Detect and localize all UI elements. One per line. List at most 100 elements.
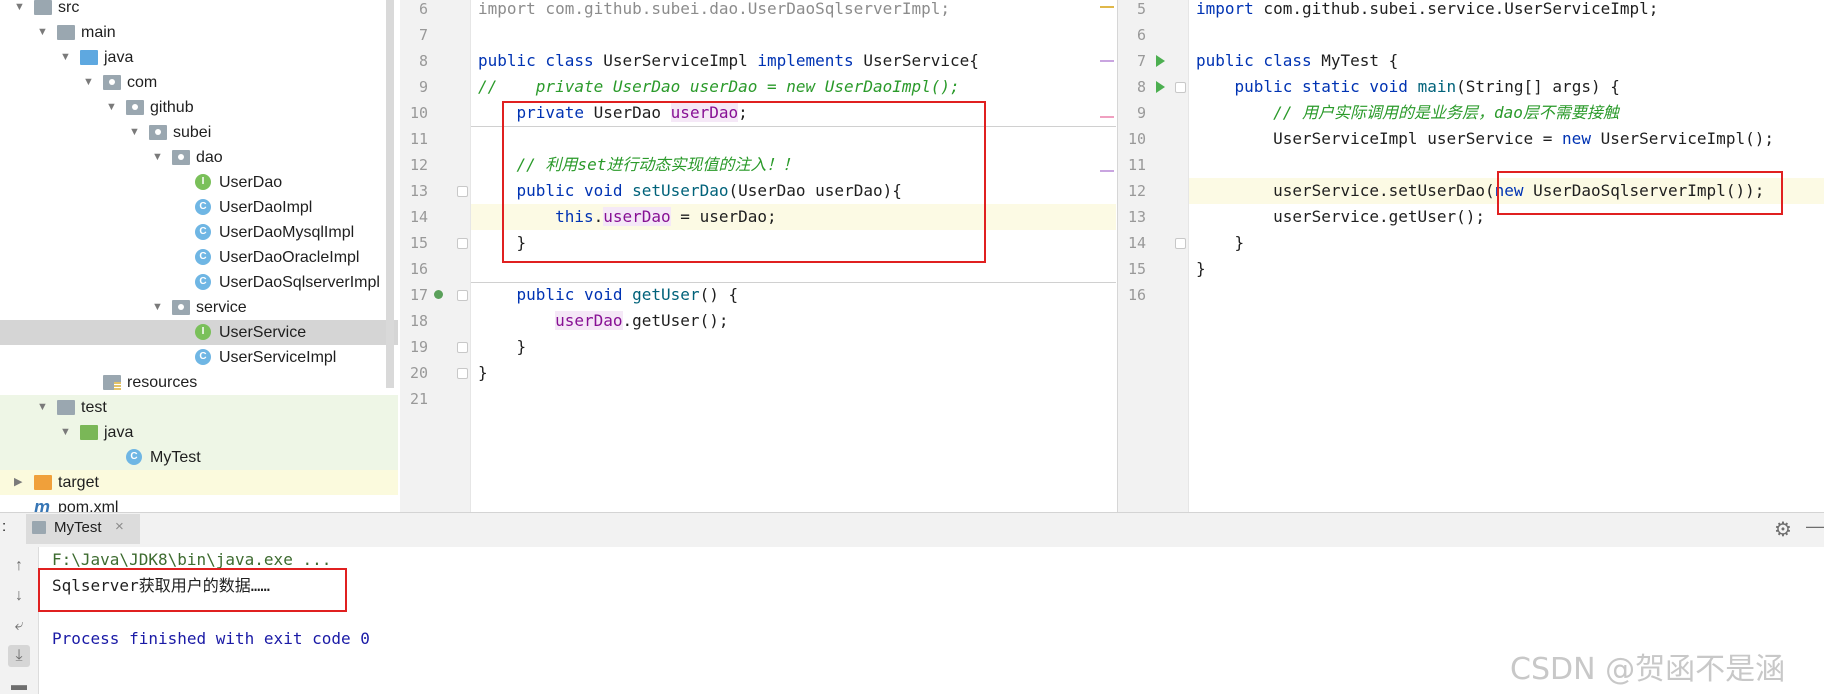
chevron-right-icon[interactable]: ▶ bbox=[14, 470, 26, 495]
minimize-icon[interactable]: — bbox=[1806, 516, 1824, 537]
up-arrow-icon[interactable]: ↑ bbox=[8, 555, 30, 577]
fold-marker-icon[interactable] bbox=[1175, 238, 1186, 249]
tree-item-test[interactable]: ▼ test bbox=[0, 395, 398, 420]
chevron-down-icon[interactable]: ▼ bbox=[83, 70, 95, 95]
error-stripe-mark[interactable] bbox=[1100, 6, 1114, 8]
editor-mytest[interactable]: 5 import com.github.subei.service.UserSer… bbox=[1117, 0, 1824, 512]
maven-icon: m bbox=[34, 497, 51, 512]
tree-item-service[interactable]: ▼ service bbox=[0, 295, 398, 320]
tree-item-main[interactable]: ▼ main bbox=[0, 20, 398, 45]
chevron-down-icon[interactable]: ▼ bbox=[37, 20, 49, 45]
tree-item-label: UserService bbox=[219, 324, 307, 341]
scroll-to-end-icon[interactable]: ⤓ bbox=[8, 645, 30, 667]
watermark: CSDN @贺函不是涵 bbox=[1510, 652, 1786, 687]
tree-item-userserviceimpl[interactable]: C UserServiceImpl bbox=[0, 345, 398, 370]
tree-item-pom-xml[interactable]: m pom.xml bbox=[0, 495, 398, 512]
tree-item-mytest[interactable]: C MyTest bbox=[0, 445, 398, 470]
class-icon: C bbox=[195, 349, 211, 365]
tree-item-label: UserServiceImpl bbox=[219, 349, 337, 366]
tree-item-userdaosqlserverimpl[interactable]: C UserDaoSqlserverImpl bbox=[0, 270, 398, 295]
run-tab[interactable]: MyTest × bbox=[26, 514, 140, 544]
tree-item-resources[interactable]: resources bbox=[0, 370, 398, 395]
implements-marker-icon[interactable] bbox=[434, 290, 443, 299]
fold-marker-icon[interactable] bbox=[457, 342, 468, 353]
tree-item-label: service bbox=[196, 299, 247, 316]
tree-item-com[interactable]: ▼ com bbox=[0, 70, 398, 95]
code-line[interactable]: import com.github.subei.service.UserServ… bbox=[1196, 0, 1658, 22]
fold-marker-icon[interactable] bbox=[457, 368, 468, 379]
tree-item-label: resources bbox=[127, 374, 198, 391]
chevron-down-icon[interactable]: ▼ bbox=[60, 420, 72, 445]
soft-wrap-icon[interactable]: ⤶ bbox=[8, 615, 30, 637]
line-number: 13 bbox=[409, 182, 428, 200]
code-line[interactable]: import com.github.subei.dao.UserDaoSqlse… bbox=[478, 0, 950, 22]
run-gutter-icon[interactable] bbox=[1156, 55, 1165, 67]
code-line[interactable]: public static void main(String[] args) { bbox=[1196, 74, 1620, 100]
folder-icon bbox=[57, 25, 75, 40]
tree-item-userdaomysqlimpl[interactable]: C UserDaoMysqlImpl bbox=[0, 220, 398, 245]
fold-marker-icon[interactable] bbox=[457, 186, 468, 197]
line-number: 16 bbox=[409, 260, 428, 278]
error-stripe-mark[interactable] bbox=[1100, 170, 1114, 172]
tree-item-github[interactable]: ▼ github bbox=[0, 95, 398, 120]
folder-icon bbox=[172, 300, 190, 315]
code-line[interactable]: userDao.getUser(); bbox=[478, 308, 728, 334]
code-line[interactable]: public class UserServiceImpl implements … bbox=[478, 48, 979, 74]
chevron-down-icon[interactable]: ▼ bbox=[129, 120, 141, 145]
code-line[interactable]: public void getUser() { bbox=[478, 282, 739, 308]
folder-icon bbox=[103, 375, 121, 390]
chevron-down-icon[interactable]: ▼ bbox=[14, 0, 26, 20]
tree-item-label: UserDaoMysqlImpl bbox=[219, 224, 355, 241]
folder-icon bbox=[126, 100, 144, 115]
tree-item-label: main bbox=[81, 24, 116, 41]
line-number: 8 bbox=[1136, 78, 1146, 96]
class-icon: C bbox=[195, 274, 211, 290]
fold-marker-icon[interactable] bbox=[1175, 82, 1186, 93]
error-stripe-mark[interactable] bbox=[1100, 60, 1114, 62]
folder-icon bbox=[34, 475, 52, 490]
tree-item-src[interactable]: ▼ src bbox=[0, 0, 398, 20]
down-arrow-icon[interactable]: ↓ bbox=[8, 585, 30, 607]
chevron-down-icon[interactable]: ▼ bbox=[60, 45, 72, 70]
tree-item-java[interactable]: ▼ java bbox=[0, 45, 398, 70]
line-number: 7 bbox=[418, 26, 428, 44]
code-line[interactable]: // private UserDao userDao = new UserDao… bbox=[478, 74, 960, 100]
code-line[interactable]: } bbox=[1196, 230, 1245, 256]
tree-item-userdao[interactable]: I UserDao bbox=[0, 170, 398, 195]
tree-item-target[interactable]: ▶ target bbox=[0, 470, 398, 495]
code-line[interactable]: } bbox=[478, 360, 488, 386]
line-number: 11 bbox=[1127, 156, 1146, 174]
code-line[interactable]: userService.getUser(); bbox=[1196, 204, 1485, 230]
chevron-down-icon[interactable]: ▼ bbox=[152, 295, 164, 320]
tree-scrollbar[interactable] bbox=[386, 0, 394, 388]
fold-marker-icon[interactable] bbox=[457, 290, 468, 301]
code-line[interactable]: } bbox=[478, 334, 527, 360]
code-line[interactable]: UserServiceImpl userService = new UserSe… bbox=[1196, 126, 1774, 152]
chevron-down-icon[interactable]: ▼ bbox=[37, 395, 49, 420]
error-stripe-mark[interactable] bbox=[1100, 116, 1114, 118]
line-number: 7 bbox=[1136, 52, 1146, 70]
fold-marker-icon[interactable] bbox=[457, 238, 468, 249]
code-highlight-box bbox=[502, 101, 986, 263]
tree-item-label: UserDao bbox=[219, 174, 283, 191]
chevron-down-icon[interactable]: ▼ bbox=[152, 145, 164, 170]
line-number: 9 bbox=[1136, 104, 1146, 122]
code-line[interactable]: public class MyTest { bbox=[1196, 48, 1398, 74]
editor-userserviceimpl[interactable]: 6 import com.github.subei.dao.UserDaoSqls… bbox=[400, 0, 1116, 512]
code-line[interactable]: // 用户实际调用的是业务层，dao层不需要接触 bbox=[1196, 100, 1619, 126]
tree-item-subei[interactable]: ▼ subei bbox=[0, 120, 398, 145]
chevron-down-icon[interactable]: ▼ bbox=[106, 95, 118, 120]
tree-item-java[interactable]: ▼ java bbox=[0, 420, 398, 445]
line-number: 20 bbox=[409, 364, 428, 382]
tree-item-userservice[interactable]: I UserService bbox=[0, 320, 398, 345]
code-highlight-box bbox=[1497, 171, 1783, 215]
close-icon[interactable]: × bbox=[115, 518, 124, 535]
tree-item-userdaoimpl[interactable]: C UserDaoImpl bbox=[0, 195, 398, 220]
tree-item-userdaooracleimpl[interactable]: C UserDaoOracleImpl bbox=[0, 245, 398, 270]
tree-item-label: test bbox=[81, 399, 107, 416]
code-line[interactable]: } bbox=[1196, 256, 1206, 282]
folder-icon bbox=[172, 150, 190, 165]
gear-icon[interactable]: ⚙ bbox=[1774, 517, 1792, 542]
run-gutter-icon[interactable] bbox=[1156, 81, 1165, 93]
tree-item-dao[interactable]: ▼ dao bbox=[0, 145, 398, 170]
